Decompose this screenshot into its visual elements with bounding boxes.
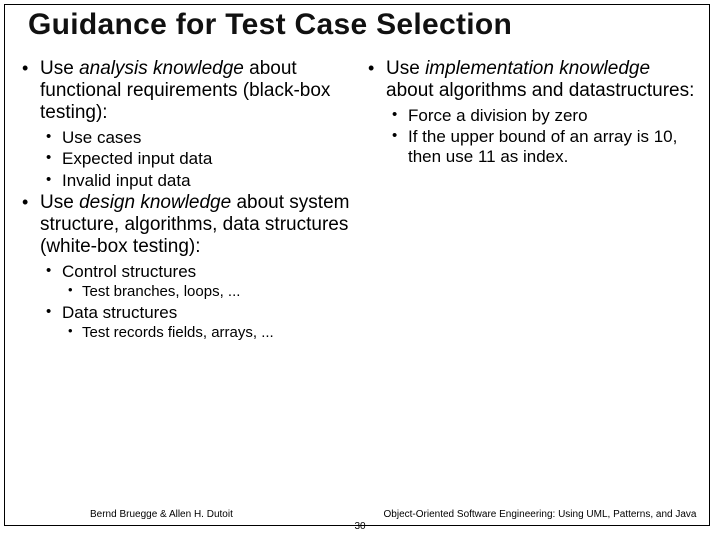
left-bullet-list: Use analysis knowledge about functional … [18,58,350,341]
right-column: Use implementation knowledge about algor… [360,58,706,500]
text-pre: Use [40,192,79,213]
text-em: analysis knowledge [79,58,244,79]
sub-bullet: Data structures [40,303,350,323]
subsub-bullet: Test branches, loops, ... [62,283,350,300]
footer-authors: Bernd Bruegge & Allen H. Dutoit [90,509,233,520]
subsub-bullet: Test records fields, arrays, ... [62,324,350,341]
text-em: design knowledge [79,192,231,213]
text-post: about algorithms and datastructures: [386,80,694,101]
left-column: Use analysis knowledge about functional … [14,58,360,500]
slide-title: Guidance for Test Case Selection [28,8,700,42]
sub-bullet: Force a division by zero [386,106,696,126]
text-em: implementation knowledge [425,58,650,79]
footer-pagenum: 30 [300,521,420,532]
text-pre: Use [386,58,425,79]
sub-bullet: Use cases [40,128,350,148]
bullet-implementation: Use implementation knowledge about algor… [364,58,696,102]
bullet-analysis: Use analysis knowledge about functional … [18,58,350,124]
footer-booktitle: Object-Oriented Software Engineering: Us… [380,509,700,520]
bullet-design: Use design knowledge about system struct… [18,192,350,258]
sub-bullet: Invalid input data [40,171,350,191]
text-pre: Use [40,58,79,79]
sub-bullet: Expected input data [40,149,350,169]
sub-bullet: If the upper bound of an array is 10, th… [386,127,696,166]
content-columns: Use analysis knowledge about functional … [14,58,706,500]
sub-bullet: Control structures [40,262,350,282]
right-bullet-list: Use implementation knowledge about algor… [364,58,696,166]
